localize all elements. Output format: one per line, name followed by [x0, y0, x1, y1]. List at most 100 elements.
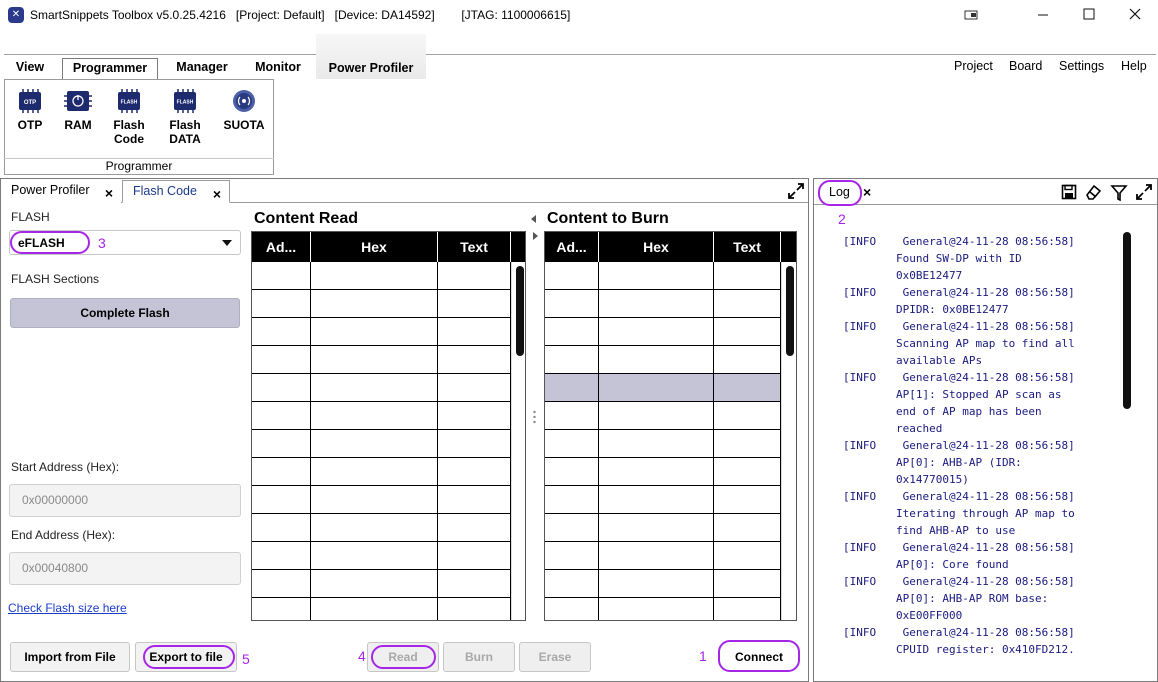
table-row[interactable]	[252, 598, 511, 620]
highlight-read	[371, 645, 436, 669]
table-row[interactable]	[545, 402, 781, 430]
table-row[interactable]	[252, 570, 511, 598]
close-icon[interactable]: ×	[105, 183, 113, 203]
scrollbar[interactable]	[511, 262, 525, 620]
log-list: [INFO General@24-11-28 08:56:58] Found S…	[843, 233, 1115, 673]
column-header-hex[interactable]: Hex	[599, 232, 714, 262]
import-from-file-button[interactable]: Import from File	[10, 642, 130, 672]
column-header-text[interactable]: Text	[438, 232, 511, 262]
column-header-hex[interactable]: Hex	[311, 232, 438, 262]
table-row[interactable]	[545, 262, 781, 290]
ribbon-ram-label: RAM	[64, 118, 92, 132]
table-row[interactable]	[545, 486, 781, 514]
ribbon-ram-button[interactable]: RAM	[53, 88, 103, 132]
table-row[interactable]	[545, 570, 781, 598]
maximize-panel-icon[interactable]	[786, 181, 806, 201]
burn-button[interactable]: Burn	[443, 642, 515, 672]
minimize-button[interactable]	[1020, 0, 1066, 30]
menu-tab-label: Power Profiler	[328, 61, 414, 75]
eraser-icon[interactable]	[1084, 183, 1102, 201]
table-row[interactable]	[252, 262, 511, 290]
table-row[interactable]	[252, 458, 511, 486]
ribbon-flash-code-button[interactable]: FLASH Flash Code	[104, 88, 154, 146]
menu-tab-manager[interactable]: Manager	[168, 58, 236, 79]
start-address-input[interactable]: 0x00000000	[9, 484, 241, 517]
svg-text:FLASH: FLASH	[121, 100, 138, 106]
scrollbar-thumb[interactable]	[786, 266, 794, 356]
menu-tab-view[interactable]: View	[8, 58, 52, 79]
save-log-icon[interactable]	[1061, 184, 1077, 200]
table-row[interactable]	[545, 514, 781, 542]
menu-settings[interactable]: Settings	[1059, 59, 1104, 73]
app-logo-icon: ✕	[8, 7, 24, 23]
annotation-5: 5	[242, 651, 250, 667]
table-row[interactable]	[545, 458, 781, 486]
svg-text:FLASH: FLASH	[177, 100, 194, 106]
table-row[interactable]	[252, 346, 511, 374]
content-read-table[interactable]: Ad... Hex Text	[251, 231, 526, 621]
table-row[interactable]	[252, 514, 511, 542]
log-scrollbar[interactable]	[1122, 232, 1132, 672]
log-entry: [INFO General@24-11-28 08:56:58] AP[0]: …	[843, 541, 1075, 571]
connect-button[interactable]: Connect	[718, 640, 800, 672]
ribbon-suota-button[interactable]: SUOTA	[219, 88, 269, 132]
splitter-handle-icon[interactable]	[533, 410, 536, 424]
close-window-button[interactable]	[1112, 0, 1158, 30]
scrollbar[interactable]	[781, 262, 796, 620]
flash-sections-label: FLASH Sections	[11, 272, 100, 286]
table-row[interactable]	[545, 374, 781, 402]
table-row[interactable]	[545, 430, 781, 458]
table-row[interactable]	[545, 542, 781, 570]
log-entry: [INFO General@24-11-28 08:56:58] CPUID r…	[843, 626, 1075, 656]
ribbon-suota-label: SUOTA	[223, 118, 265, 132]
suota-icon	[230, 88, 258, 114]
table-row[interactable]	[252, 374, 511, 402]
menu-board[interactable]: Board	[1009, 59, 1042, 73]
scrollbar-thumb[interactable]	[1123, 232, 1131, 409]
collapse-right-icon[interactable]	[533, 232, 538, 240]
table-row[interactable]	[545, 290, 781, 318]
table-row[interactable]	[545, 598, 781, 620]
log-entry: [INFO General@24-11-28 08:56:58] AP[0]: …	[843, 575, 1075, 622]
menu-tab-power-profiler[interactable]: Power Profiler	[316, 34, 426, 79]
table-row[interactable]	[252, 402, 511, 430]
scrollbar-thumb[interactable]	[516, 266, 524, 356]
erase-button[interactable]: Erase	[519, 642, 591, 672]
tab-flash-code[interactable]: Flash Code ×	[122, 180, 230, 203]
table-row[interactable]	[252, 430, 511, 458]
collapse-left-icon[interactable]	[531, 215, 536, 223]
column-header-text[interactable]: Text	[714, 232, 781, 262]
table-row[interactable]	[252, 318, 511, 346]
check-flash-size-link[interactable]: Check Flash size here	[8, 601, 127, 615]
filter-icon[interactable]	[1110, 184, 1128, 202]
log-entry: [INFO General@24-11-28 08:56:58] Scannin…	[843, 320, 1075, 367]
menu-help[interactable]: Help	[1121, 59, 1147, 73]
window-restore-icon[interactable]	[962, 9, 982, 21]
ribbon-otp-button[interactable]: OTP OTP	[5, 88, 55, 132]
maximize-button[interactable]	[1066, 0, 1112, 30]
table-row[interactable]	[545, 346, 781, 374]
flash-chip-icon: FLASH	[115, 88, 143, 114]
complete-flash-item[interactable]: Complete Flash	[10, 298, 240, 328]
table-row[interactable]	[252, 542, 511, 570]
table-row[interactable]	[252, 486, 511, 514]
maximize-panel-icon[interactable]	[1134, 182, 1154, 202]
tab-power-profiler[interactable]: Power Profiler ×	[1, 180, 121, 203]
ribbon-flash-data-button[interactable]: FLASH Flash DATA	[160, 88, 210, 146]
close-icon[interactable]: ×	[213, 184, 221, 204]
menu-tab-programmer[interactable]: Programmer	[62, 58, 158, 79]
content-to-burn-title: Content to Burn	[547, 210, 669, 227]
content-to-burn-table[interactable]: Ad... Hex Text	[544, 231, 797, 621]
menu-tab-monitor[interactable]: Monitor	[248, 58, 308, 79]
annotation-2: 2	[838, 211, 846, 227]
table-header: Ad... Hex Text	[252, 232, 525, 262]
ribbon-group-label: Programmer	[4, 158, 274, 175]
column-header-address[interactable]: Ad...	[545, 232, 599, 262]
menu-project[interactable]: Project	[954, 59, 993, 73]
table-header: Ad... Hex Text	[545, 232, 796, 262]
end-address-input[interactable]: 0x00040800	[9, 552, 241, 585]
column-header-address[interactable]: Ad...	[252, 232, 311, 262]
table-row[interactable]	[545, 318, 781, 346]
close-icon[interactable]: ×	[863, 184, 871, 200]
table-row[interactable]	[252, 290, 511, 318]
